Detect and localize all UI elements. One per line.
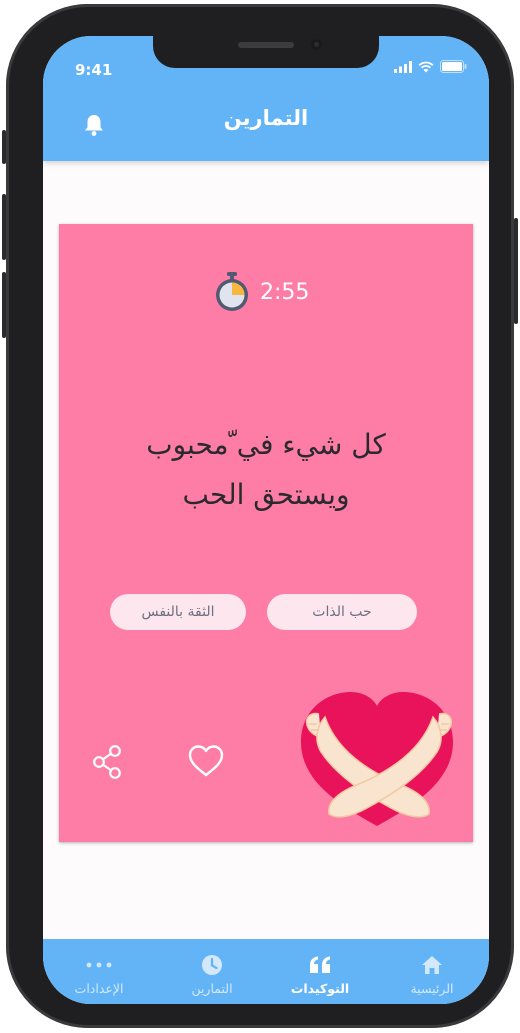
timer-value: 2:55 bbox=[260, 279, 310, 305]
home-icon bbox=[422, 956, 442, 974]
mute-switch bbox=[2, 130, 6, 164]
tab-exercises[interactable]: التمارين bbox=[162, 939, 262, 1004]
clock-icon bbox=[202, 955, 222, 975]
top-app-bar: 9:41 التمارين bbox=[43, 36, 489, 161]
battery-icon bbox=[440, 60, 467, 73]
app-screen: 9:41 التمارين 2:55 كل شيء في ّمحبوب ويست… bbox=[43, 36, 489, 1004]
more-icon bbox=[86, 962, 112, 968]
affirmation-card: 2:55 كل شيء في ّمحبوب ويستحق الحب حب الذ… bbox=[59, 224, 473, 842]
tag-self-confidence[interactable]: الثقة بالنفس bbox=[110, 594, 246, 630]
tab-settings[interactable]: الإعدادات bbox=[49, 939, 149, 1004]
tab-home[interactable]: الرئيسية bbox=[382, 939, 482, 1004]
power-button bbox=[514, 218, 518, 324]
tab-affirmations-label: التوكيدات bbox=[290, 981, 350, 996]
phone-frame: 9:41 التمارين 2:55 كل شيء في ّمحبوب ويست… bbox=[2, 4, 518, 1028]
wifi-icon bbox=[418, 61, 434, 72]
tab-exercises-label: التمارين bbox=[191, 981, 233, 996]
volume-up-button bbox=[2, 194, 6, 260]
heart-outline-icon[interactable] bbox=[187, 744, 225, 778]
status-icons bbox=[394, 60, 467, 73]
timer: 2:55 bbox=[214, 272, 309, 312]
affirmation-line-1: كل شيء في ّمحبوب bbox=[146, 428, 386, 461]
share-icon[interactable] bbox=[91, 744, 123, 780]
affirmation-text: كل شيء في ّمحبوب ويستحق الحب bbox=[79, 420, 453, 520]
affirmation-line-2: ويستحق الحب bbox=[182, 478, 350, 511]
page-title: التمارين bbox=[223, 106, 309, 130]
notch bbox=[153, 36, 379, 68]
tag-self-love[interactable]: حب الذات bbox=[267, 594, 417, 630]
volume-down-button bbox=[2, 272, 6, 338]
tab-affirmations[interactable]: التوكيدات bbox=[270, 939, 370, 1004]
bottom-tab-bar: الرئيسية التوكيدات التمارين الإعدادات bbox=[43, 939, 489, 1004]
speaker bbox=[238, 42, 294, 48]
self-hug-heart-illustration bbox=[301, 692, 453, 826]
status-time: 9:41 bbox=[75, 61, 113, 79]
quote-icon bbox=[310, 956, 330, 973]
stopwatch-icon bbox=[216, 272, 248, 311]
camera bbox=[311, 39, 322, 50]
tab-settings-label: الإعدادات bbox=[74, 981, 124, 996]
tab-home-label: الرئيسية bbox=[410, 981, 454, 996]
signal-icon bbox=[394, 60, 412, 73]
